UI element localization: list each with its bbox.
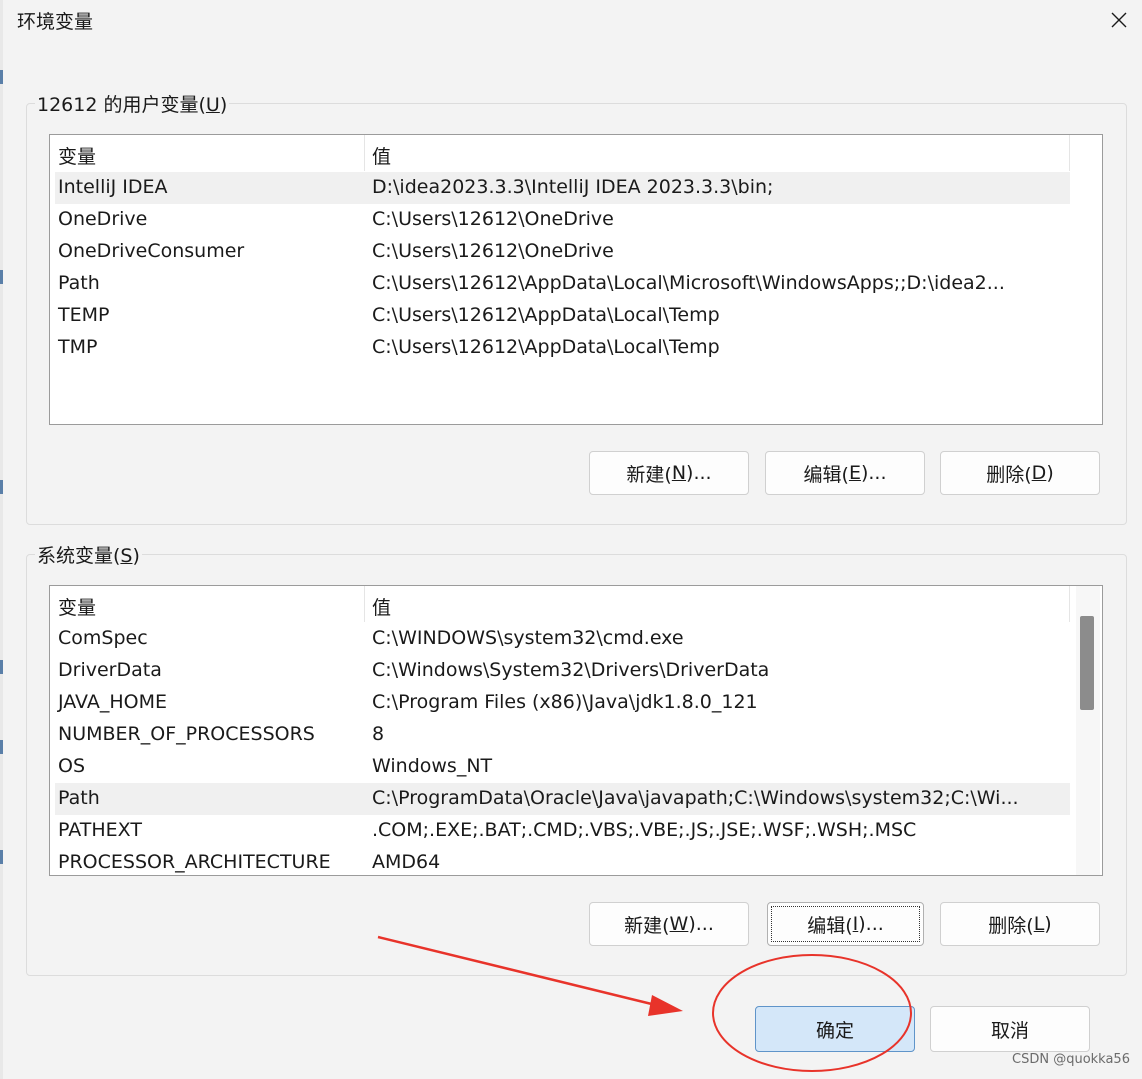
variable-value-cell: .COM;.EXE;.BAT;.CMD;.VBS;.VBE;.JS;.JSE;.… (372, 819, 917, 841)
table-row[interactable]: Path C:\ProgramData\Oracle\Java\javapath;… (55, 783, 1070, 815)
user-variables-label: 12612 的用户变量(U) (35, 90, 230, 117)
variable-value-cell: C:\Users\12612\AppData\Local\Temp (372, 304, 720, 326)
table-row[interactable]: DriverData C:\Windows\System32\Drivers\Dr… (55, 655, 1070, 687)
table-row[interactable]: IntelliJ IDEA D:\idea2023.3.3\IntelliJ ID… (55, 172, 1070, 204)
variable-value-cell: C:\Windows\System32\Drivers\DriverData (372, 659, 770, 681)
user-list-header: 变量 值 (50, 135, 1070, 171)
variable-name-cell: Path (58, 787, 100, 809)
table-row[interactable]: TMP C:\Users\12612\AppData\Local\Temp (55, 332, 1070, 364)
table-row[interactable]: TEMP C:\Users\12612\AppData\Local\Temp (55, 300, 1070, 332)
variable-value-cell: C:\Users\12612\OneDrive (372, 240, 614, 262)
variable-name-cell: OS (58, 755, 86, 777)
variable-name-cell: OneDriveConsumer (58, 240, 245, 262)
variable-name-cell: TEMP (58, 304, 110, 326)
variable-name-cell: DriverData (58, 659, 162, 681)
variable-value-cell: C:\ProgramData\Oracle\Java\javapath;C:\W… (372, 787, 1019, 809)
variable-value-cell: C:\Program Files (x86)\Java\jdk1.8.0_121 (372, 691, 758, 713)
variable-name-cell: NUMBER_OF_PROCESSORS (58, 723, 315, 745)
table-row[interactable]: Path C:\Users\12612\AppData\Local\Microso… (55, 268, 1070, 300)
variable-name-cell: JAVA_HOME (58, 691, 167, 713)
variable-value-cell: Windows_NT (372, 755, 493, 777)
scrollbar-thumb[interactable] (1080, 616, 1094, 710)
close-icon (1111, 12, 1127, 28)
variable-value-cell: C:\WINDOWS\system32\cmd.exe (372, 627, 684, 649)
variable-name-cell: PROCESSOR_ARCHITECTURE (58, 851, 331, 873)
system-variables-list[interactable]: 变量 值 ComSpec C:\WINDOWS\system32\cmd.exe D… (49, 585, 1103, 876)
variable-value-cell: D:\idea2023.3.3\IntelliJ IDEA 2023.3.3\b… (372, 176, 774, 198)
table-row[interactable]: OneDriveConsumer C:\Users\12612\OneDrive (55, 236, 1070, 268)
variable-value-cell: AMD64 (372, 851, 441, 873)
user-edit-button[interactable]: 编辑(E)... (765, 451, 925, 495)
variable-value-cell: 8 (372, 723, 385, 745)
system-list-header: 变量 值 (50, 586, 1070, 622)
table-row[interactable]: ComSpec C:\WINDOWS\system32\cmd.exe (55, 623, 1070, 655)
variable-name-cell: PATHEXT (58, 819, 142, 841)
variable-value-cell: C:\Users\12612\OneDrive (372, 208, 614, 230)
table-row[interactable]: PATHEXT .COM;.EXE;.BAT;.CMD;.VBS;.VBE;.JS… (55, 815, 1070, 847)
system-delete-button[interactable]: 删除(L) (940, 902, 1100, 946)
ok-button[interactable]: 确定 (755, 1006, 915, 1052)
column-header-variable[interactable]: 变量 (58, 593, 96, 620)
system-variables-label: 系统变量(S) (35, 541, 142, 568)
variable-name-cell: ComSpec (58, 627, 148, 649)
table-row[interactable]: PROCESSOR_ARCHITECTURE AMD64 (55, 847, 1070, 875)
variable-name-cell: IntelliJ IDEA (58, 176, 168, 198)
variable-name-cell: Path (58, 272, 100, 294)
system-new-button[interactable]: 新建(W)... (589, 902, 749, 946)
system-edit-button[interactable]: 编辑(I)... (767, 902, 924, 946)
table-row[interactable]: OneDrive C:\Users\12612\OneDrive (55, 204, 1070, 236)
title-bar: 环境变量 (0, 0, 1142, 44)
watermark: CSDN @quokka56 (1012, 1052, 1130, 1067)
column-header-value[interactable]: 值 (372, 593, 391, 620)
table-row[interactable]: NUMBER_OF_PROCESSORS 8 (55, 719, 1070, 751)
close-button[interactable] (1096, 0, 1142, 40)
system-list-scrollbar[interactable] (1076, 586, 1100, 875)
table-row[interactable]: JAVA_HOME C:\Program Files (x86)\Java\jdk… (55, 687, 1070, 719)
window-left-edge (0, 0, 3, 1079)
user-variables-list[interactable]: 变量 值 IntelliJ IDEA D:\idea2023.3.3\Intell… (49, 134, 1103, 425)
user-new-button[interactable]: 新建(N)... (589, 451, 749, 495)
cancel-button[interactable]: 取消 (930, 1006, 1090, 1052)
column-header-variable[interactable]: 变量 (58, 142, 96, 169)
annotation-arrowhead (648, 995, 683, 1016)
table-row[interactable]: OS Windows_NT (55, 751, 1070, 783)
column-header-value[interactable]: 值 (372, 142, 391, 169)
user-delete-button[interactable]: 删除(D) (940, 451, 1100, 495)
variable-value-cell: C:\Users\12612\AppData\Local\Temp (372, 336, 720, 358)
variable-value-cell: C:\Users\12612\AppData\Local\Microsoft\W… (372, 272, 1005, 294)
window-title: 环境变量 (17, 11, 94, 33)
variable-name-cell: OneDrive (58, 208, 148, 230)
variable-name-cell: TMP (58, 336, 98, 358)
